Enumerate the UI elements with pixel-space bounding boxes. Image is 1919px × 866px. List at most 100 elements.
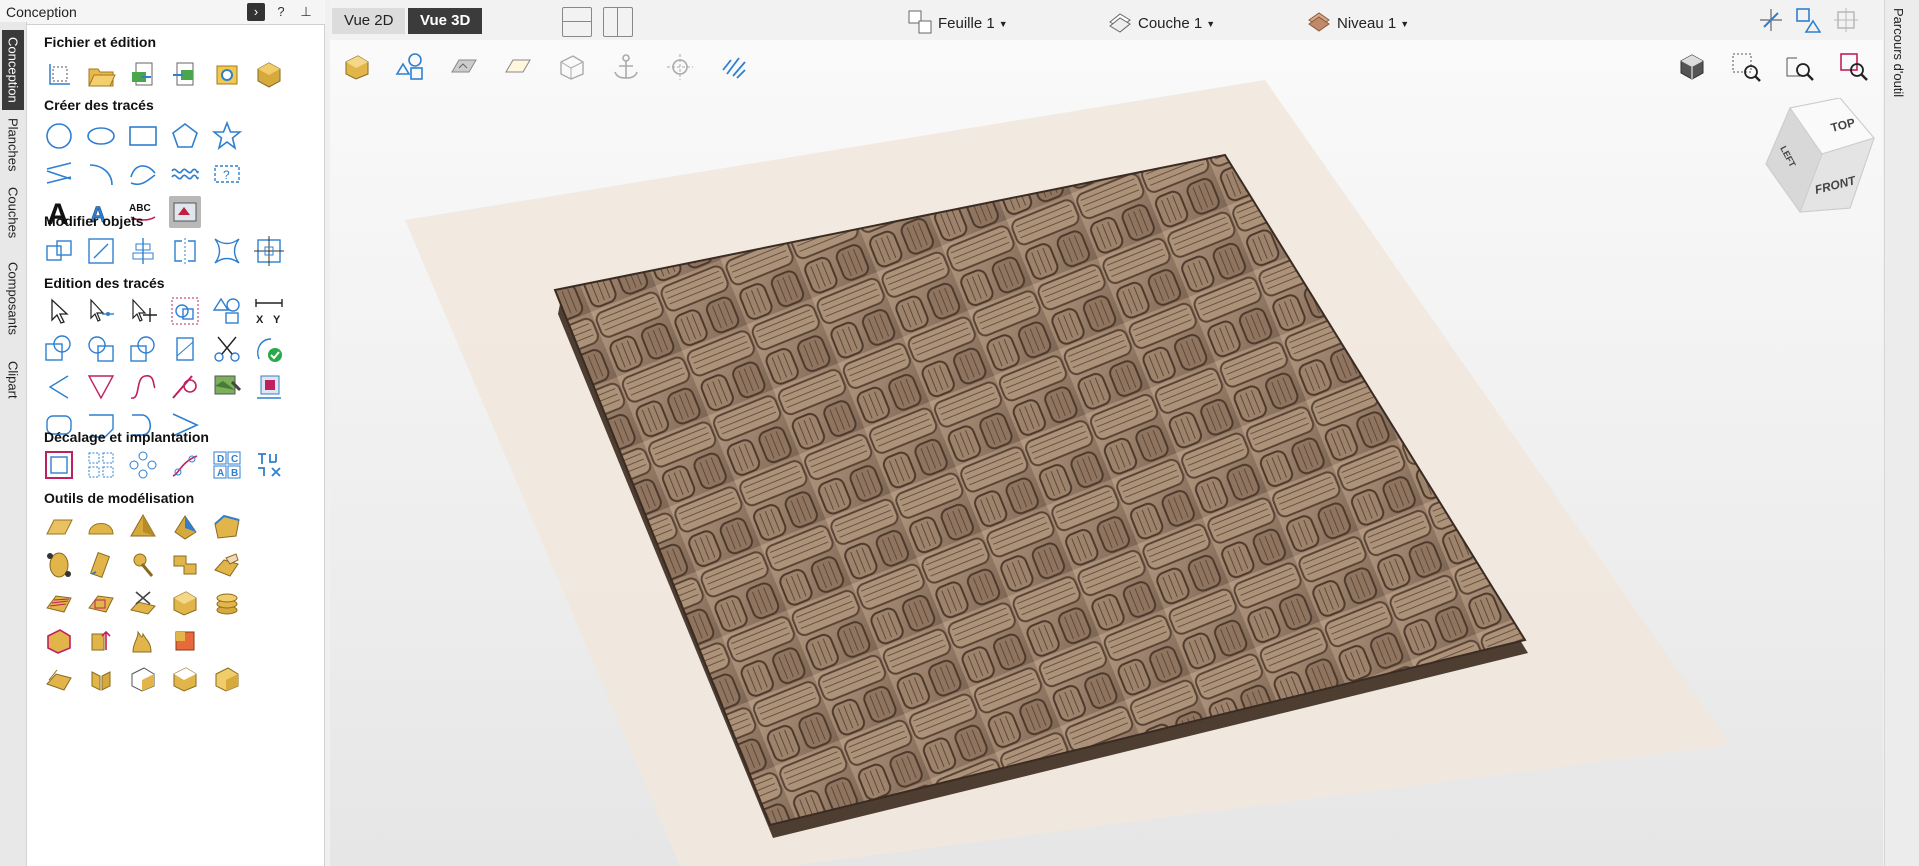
tab-planches[interactable]: Planches xyxy=(2,114,24,176)
3d-preview-icon[interactable] xyxy=(253,59,285,91)
level-dropdown[interactable]: Niveau 1 ▼ xyxy=(1307,10,1409,38)
curve-icon[interactable] xyxy=(127,158,159,190)
3d-viewport[interactable]: TOP LEFT FRONT xyxy=(330,40,1883,866)
move-icon[interactable] xyxy=(43,235,75,267)
array-copy-icon[interactable] xyxy=(85,449,117,481)
transform-icon[interactable] xyxy=(127,295,159,327)
offset-curve-icon[interactable] xyxy=(169,371,201,403)
shapes-icon[interactable] xyxy=(211,295,243,327)
triangle-icon[interactable] xyxy=(85,371,117,403)
align-icon[interactable] xyxy=(127,235,159,267)
import-icon[interactable] xyxy=(127,59,159,91)
distort-icon[interactable] xyxy=(211,235,243,267)
nesting-icon[interactable] xyxy=(253,449,285,481)
mirror-component-icon[interactable] xyxy=(85,663,117,695)
freeze-icon[interactable] xyxy=(211,663,243,695)
create-component-icon[interactable] xyxy=(43,549,75,581)
job-setup-button[interactable] xyxy=(43,59,75,91)
snap-icon[interactable] xyxy=(1758,7,1784,38)
pin-component-icon[interactable] xyxy=(127,549,159,581)
toolpath-view-icon[interactable] xyxy=(717,50,751,84)
extend-icon[interactable] xyxy=(43,371,75,403)
wireframe-view-icon[interactable] xyxy=(555,50,589,84)
zoom-selection-icon[interactable] xyxy=(1837,50,1871,84)
labels-grid-icon[interactable]: DCAB xyxy=(211,449,243,481)
image-edit-icon[interactable] xyxy=(211,371,243,403)
smooth-curve-icon[interactable] xyxy=(127,371,159,403)
texture-pattern-icon[interactable] xyxy=(85,587,117,619)
image-adjust-icon[interactable] xyxy=(253,371,285,403)
collapse-panel-button[interactable]: › xyxy=(247,3,265,21)
vectors-view-icon[interactable] xyxy=(393,50,427,84)
node-edit-icon[interactable] xyxy=(85,295,117,327)
view-3d-button[interactable]: Vue 3D xyxy=(408,8,483,34)
mirror-icon[interactable] xyxy=(169,235,201,267)
close-vectors-icon[interactable] xyxy=(253,333,285,365)
rectangle-icon[interactable] xyxy=(127,120,159,152)
wave-icon[interactable] xyxy=(169,158,201,190)
fade-icon[interactable] xyxy=(43,625,75,657)
intersect-icon[interactable] xyxy=(127,333,159,365)
tab-couches[interactable]: Couches xyxy=(2,182,24,244)
bitmap-view-icon[interactable] xyxy=(447,50,481,84)
sculpt-icon[interactable] xyxy=(85,549,117,581)
slice-icon[interactable] xyxy=(43,663,75,695)
select-icon[interactable] xyxy=(43,295,75,327)
polygon-icon[interactable] xyxy=(169,120,201,152)
export-icon[interactable] xyxy=(169,59,201,91)
blend-icon[interactable] xyxy=(169,587,201,619)
bake-icon[interactable] xyxy=(127,663,159,695)
flame-icon[interactable] xyxy=(127,625,159,657)
pin-button[interactable]: ⊥ xyxy=(297,3,315,21)
view-2d-button[interactable]: Vue 2D xyxy=(332,8,406,34)
extrude-icon[interactable] xyxy=(169,511,201,543)
arc-icon[interactable] xyxy=(85,158,117,190)
sheet-dropdown[interactable]: Feuille 1 ▼ xyxy=(908,10,1008,38)
zoom-fit-icon[interactable] xyxy=(1783,50,1817,84)
stack-icon[interactable] xyxy=(211,587,243,619)
zoom-region-icon[interactable] xyxy=(1729,50,1763,84)
subtract-icon[interactable] xyxy=(85,333,117,365)
cut-component-icon[interactable] xyxy=(127,587,159,619)
tilt-icon[interactable] xyxy=(85,625,117,657)
circle-icon[interactable] xyxy=(43,120,75,152)
pivot-icon[interactable] xyxy=(663,50,697,84)
shaded-view-icon[interactable] xyxy=(340,50,374,84)
weld-icon[interactable] xyxy=(43,333,75,365)
grid-snap-icon[interactable] xyxy=(1833,7,1859,38)
two-rail-icon[interactable] xyxy=(211,511,243,543)
tab-toolpaths[interactable]: Parcours d'outil xyxy=(1891,8,1906,97)
split-vertical-icon[interactable] xyxy=(603,7,633,37)
copy-along-vector-icon[interactable] xyxy=(169,449,201,481)
component-settings-icon[interactable] xyxy=(211,59,243,91)
view-cube[interactable]: TOP LEFT FRONT xyxy=(1760,97,1878,216)
center-icon[interactable] xyxy=(253,235,285,267)
view-orientation-icon[interactable] xyxy=(1675,50,1709,84)
tab-conception[interactable]: Conception xyxy=(2,30,24,110)
layer-dropdown[interactable]: Couche 1 ▼ xyxy=(1108,10,1215,38)
scissors-icon[interactable] xyxy=(211,333,243,365)
anchor-icon[interactable] xyxy=(609,50,643,84)
fillet-icon[interactable] xyxy=(169,333,201,365)
move-component-icon[interactable] xyxy=(169,549,201,581)
ellipse-icon[interactable] xyxy=(85,120,117,152)
dome-icon[interactable] xyxy=(85,511,117,543)
star-icon[interactable] xyxy=(211,120,243,152)
polyline-icon[interactable] xyxy=(43,158,75,190)
interactive-trim-icon[interactable] xyxy=(169,295,201,327)
circular-array-icon[interactable] xyxy=(127,449,159,481)
offset-icon[interactable] xyxy=(43,449,75,481)
split-horizontal-icon[interactable] xyxy=(562,7,592,37)
texture-icon[interactable] xyxy=(43,587,75,619)
measure-icon[interactable]: XY xyxy=(253,295,285,327)
hand-sculpt-icon[interactable] xyxy=(211,549,243,581)
help-button[interactable]: ? xyxy=(272,3,290,21)
scale-icon[interactable] xyxy=(85,235,117,267)
plane-shape-icon[interactable] xyxy=(43,511,75,543)
open-file-icon[interactable] xyxy=(85,59,117,91)
bitmap-trace-icon[interactable] xyxy=(169,196,201,228)
material-view-icon[interactable] xyxy=(501,50,535,84)
tab-composants[interactable]: Composants xyxy=(2,250,24,346)
distort-component-icon[interactable] xyxy=(169,625,201,657)
shapes-snap-icon[interactable] xyxy=(1795,7,1822,38)
